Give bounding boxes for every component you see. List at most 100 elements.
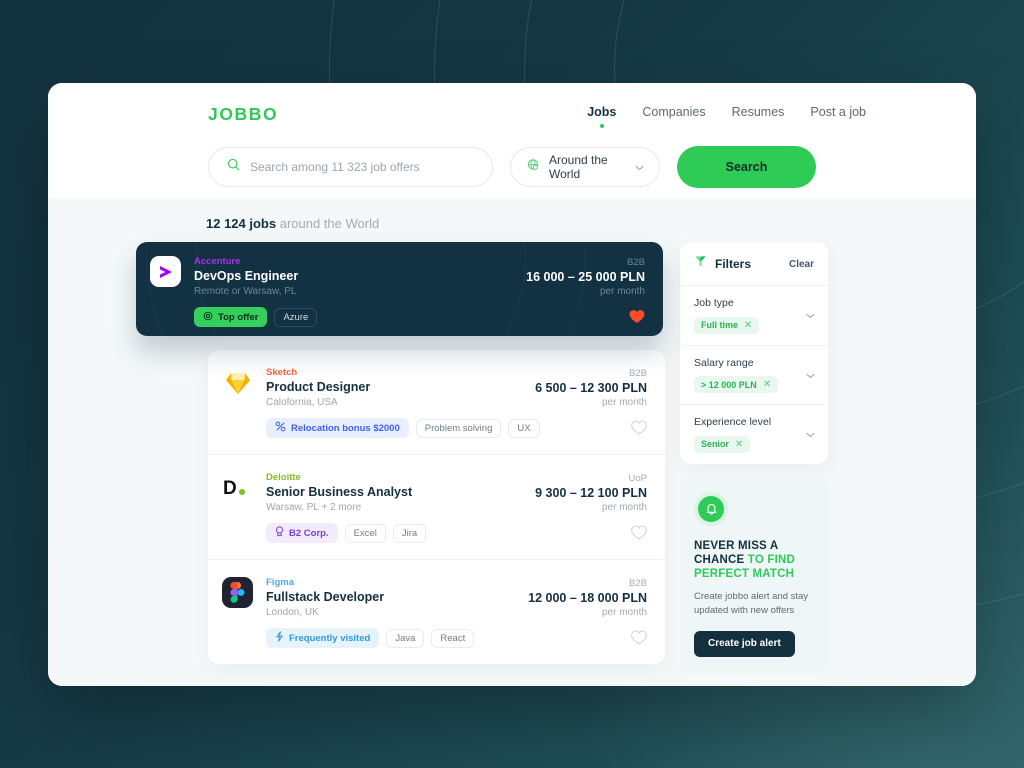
page-content: 12 124 jobs around the World Accenture D… [48,198,976,686]
filter-chip-senior[interactable]: Senior ✕ [694,435,751,453]
nav-item-post-a-job[interactable]: Post a job [810,105,866,126]
filter-group-experience-level: Experience level Senior ✕ [680,405,828,464]
tag-java[interactable]: Java [386,628,425,648]
filter-chip-full-time[interactable]: Full time ✕ [694,316,760,334]
bell-icon [698,495,724,522]
job-salary: 9 300 – 12 100 PLN [535,486,647,500]
chevron-down-icon[interactable] [806,306,815,324]
filters-title: Filters [715,257,752,271]
tag-excel[interactable]: Excel [344,523,386,543]
featured-company-name: Accenture [194,256,241,267]
job-location: Calofornia, USA [266,397,338,408]
job-row: D Deloitte Senior Business Analyst Warsa… [222,472,648,513]
chevron-down-icon[interactable] [806,425,815,443]
tag-problem-solving[interactable]: Problem solving [415,418,502,438]
salary-period: per month [601,607,647,618]
chip-label: Senior [701,439,730,449]
app-window: JOBBO Jobs Companies Resumes Post a job [48,83,976,686]
results-count: 12 124 jobs [206,216,277,231]
filter-label: Salary range [694,356,754,369]
location-select[interactable]: Around the World [510,147,660,187]
svg-text:D: D [223,478,237,499]
search-icon [227,158,240,176]
tag-relocation-bonus[interactable]: Relocation bonus $2000 [266,418,409,438]
search-input[interactable] [250,160,474,174]
results-heading: 12 124 jobs around the World [206,216,976,231]
company-name: Deloitte [266,472,301,483]
featured-salary-period: per month [599,286,645,297]
search-field[interactable] [208,147,493,187]
chevron-down-icon[interactable] [806,366,815,384]
favorite-heart-icon[interactable] [631,420,647,436]
tag-react[interactable]: React [431,628,475,648]
tag-frequently-visited[interactable]: Frequently visited [266,628,380,648]
job-info: Deloitte Senior Business Analyst Warsaw,… [266,472,535,513]
percent-icon [275,421,286,435]
job-location: London, UK [266,607,319,618]
sketch-logo-icon [222,367,253,398]
tag-label: Relocation bonus $2000 [291,422,400,434]
job-tags-row: Frequently visited Java React [266,628,647,648]
job-salary-block: B2B 12 000 – 18 000 PLN per month [528,577,647,618]
filter-label: Experience level [694,416,772,428]
featured-job-row: Accenture DevOps Engineer Remote or Wars… [150,256,645,297]
favorite-heart-icon[interactable] [631,630,647,646]
job-info: Figma Fullstack Developer London, UK [266,577,528,618]
job-title: Senior Business Analyst [266,485,413,499]
nav-item-companies[interactable]: Companies [642,105,705,126]
sidebar-column: Filters Clear Job type Full time ✕ Salar… [680,242,828,673]
figma-logo-icon [222,577,253,608]
remove-chip-icon[interactable]: ✕ [744,320,752,331]
deloitte-logo-icon: D [222,472,253,503]
job-list-item[interactable]: Sketch Product Designer Calofornia, USA … [208,350,665,455]
job-salary: 12 000 – 18 000 PLN [528,591,647,605]
filters-header: Filters Clear [680,242,828,286]
create-job-alert-button[interactable]: Create job alert [694,630,795,657]
alert-subtitle: Create jobbo alert and stay updated with… [694,590,809,616]
job-results-column: Accenture DevOps Engineer Remote or Wars… [136,242,666,673]
remove-chip-icon[interactable]: ✕ [735,439,743,450]
chevron-down-icon [635,158,644,176]
content-columns: Accenture DevOps Engineer Remote or Wars… [48,242,976,673]
tag-top-offer[interactable]: Top offer [194,307,268,327]
chip-label: Full time [701,320,739,330]
filter-group-salary-range: Salary range > 12 000 PLN ✕ [680,346,828,405]
badge-icon [275,526,284,540]
job-list-item[interactable]: Figma Fullstack Developer London, UK B2B… [208,560,665,664]
results-scope: around the World [276,216,380,231]
contract-type: B2B [629,578,647,589]
featured-job-title: DevOps Engineer [194,269,299,283]
job-salary-block: UoP 9 300 – 12 100 PLN per month [535,472,647,513]
job-title: Product Designer [266,380,371,394]
featured-job-card[interactable]: Accenture DevOps Engineer Remote or Wars… [136,242,663,336]
featured-job-info: Accenture DevOps Engineer Remote or Wars… [194,256,526,297]
accenture-logo-icon [150,256,181,287]
tag-ux[interactable]: UX [508,418,540,438]
job-list-item[interactable]: D Deloitte Senior Business Analyst Warsa… [208,455,665,560]
company-name: Sketch [266,367,298,378]
tag-label: B2 Corp. [289,527,329,539]
alert-heading: NEVER MISS A CHANCE TO FIND PERFECT MATC… [694,539,814,581]
tag-azure[interactable]: Azure [274,307,318,327]
job-info: Sketch Product Designer Calofornia, USA [266,367,535,408]
tag-jira[interactable]: Jira [392,523,427,543]
featured-salary: 16 000 – 25 000 PLN [526,270,645,284]
filters-clear-button[interactable]: Clear [789,259,814,270]
nav-item-jobs[interactable]: Jobs [587,105,616,126]
job-list: Sketch Product Designer Calofornia, USA … [208,350,665,664]
nav-item-resumes[interactable]: Resumes [732,105,785,126]
favorite-heart-icon[interactable] [629,309,645,325]
brand-logo[interactable]: JOBBO [208,104,278,125]
search-button[interactable]: Search [677,146,816,188]
tag-b2-corp[interactable]: B2 Corp. [266,523,338,543]
filter-group-job-type: Job type Full time ✕ [680,286,828,346]
job-salary-block: B2B 6 500 – 12 300 PLN per month [535,367,647,408]
favorite-heart-icon[interactable] [631,525,647,541]
salary-period: per month [601,397,647,408]
site-header: JOBBO Jobs Companies Resumes Post a job [48,83,976,198]
job-location: Warsaw, PL + 2 more [266,502,362,513]
target-icon [203,311,213,324]
remove-chip-icon[interactable]: ✕ [763,379,771,390]
filter-chip-salary[interactable]: > 12 000 PLN ✕ [694,376,779,393]
contract-type: B2B [629,368,647,379]
